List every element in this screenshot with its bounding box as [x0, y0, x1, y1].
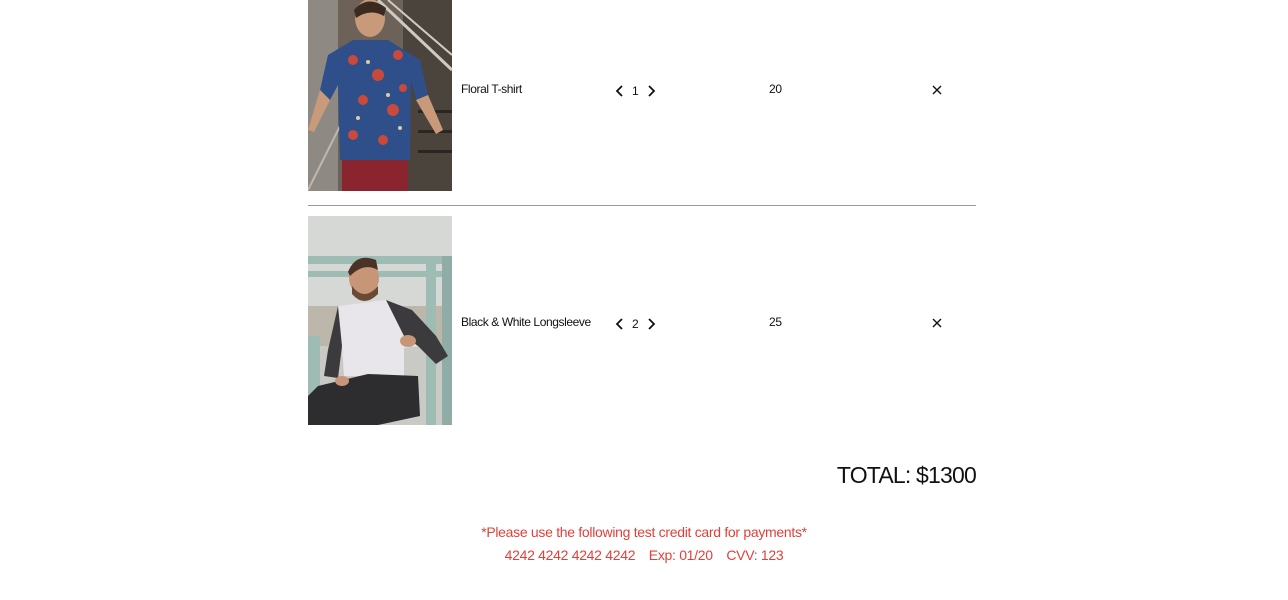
card-number: 4242 4242 4242 4242 [504, 547, 636, 563]
close-icon[interactable] [930, 82, 944, 98]
product-name: Black & White Longsleeve [461, 315, 591, 329]
chevron-left-icon[interactable] [613, 316, 627, 332]
chevron-left-icon[interactable] [613, 83, 627, 99]
card-cvv: CVV: 123 [726, 547, 784, 563]
product-image [308, 216, 452, 425]
chevron-right-icon[interactable] [644, 316, 658, 332]
cart-total: TOTAL: $1300 [836, 462, 977, 488]
man-floral-shirt-photo [308, 0, 452, 191]
product-name: Floral T-shirt [461, 82, 522, 96]
cart-item: Black & White Longsleeve 2 25 [308, 216, 976, 425]
quantity-value: 1 [632, 84, 639, 98]
product-price: 25 [769, 315, 782, 329]
quantity-stepper: 1 [613, 82, 658, 100]
chevron-right-icon[interactable] [644, 83, 658, 99]
test-card-details: 4242 4242 4242 4242 Exp: 01/20 CVV: 123 [0, 547, 1288, 563]
man-longsleeve-photo [308, 216, 452, 425]
test-card-notice: *Please use the following test credit ca… [481, 524, 807, 540]
product-image [308, 0, 452, 191]
card-expiry: Exp: 01/20 [648, 547, 713, 563]
close-icon[interactable] [930, 315, 944, 331]
quantity-stepper: 2 [613, 315, 658, 333]
cart-item: Floral T-shirt 1 20 [308, 0, 976, 191]
row-divider [308, 205, 976, 206]
quantity-value: 2 [632, 317, 639, 331]
cart-list: Floral T-shirt 1 20 Black & White Longsl… [308, 0, 976, 425]
product-price: 20 [769, 82, 782, 96]
